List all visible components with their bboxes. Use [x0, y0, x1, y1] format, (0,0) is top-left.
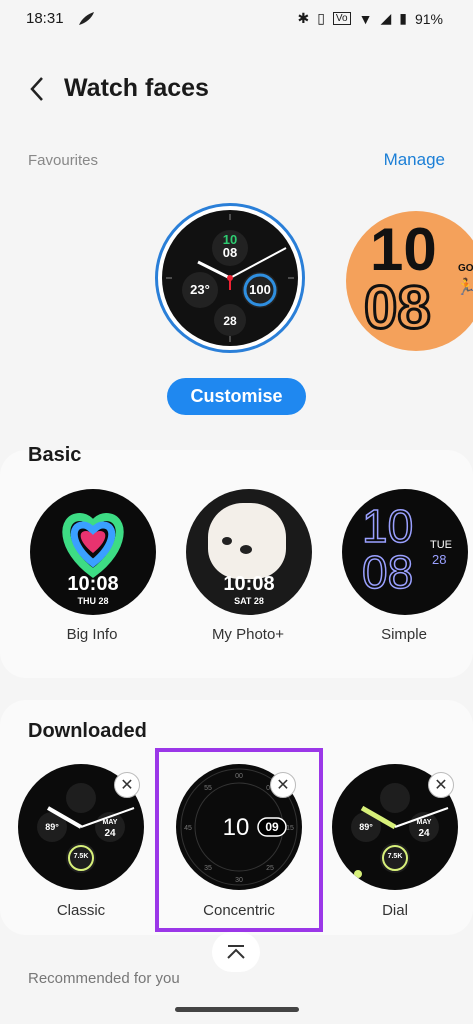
watch-face-preview: 10 08 23° 100 28	[162, 210, 298, 346]
simple-minute: 08	[361, 546, 414, 598]
fav-temp: 23°	[190, 282, 210, 297]
simple-day: TUE	[430, 539, 452, 551]
favourite-face-second[interactable]: 10 08 GO 🏃	[346, 211, 473, 351]
bluetooth-icon: ✱	[297, 10, 310, 26]
dial-label: Dial	[382, 902, 408, 919]
recommended-title: Recommended for you	[28, 970, 180, 987]
remove-classic-button[interactable]: ✕	[114, 772, 140, 798]
remove-dial-button[interactable]: ✕	[428, 772, 454, 798]
volte-icon: Vo	[332, 12, 351, 25]
page-title: Watch faces	[64, 74, 209, 102]
classic-label: Classic	[56, 902, 106, 919]
second-face-minute: 08	[363, 273, 433, 343]
dial-month: MAY	[416, 819, 432, 826]
chevron-left-icon	[30, 77, 43, 101]
vibrate-icon: ▯	[317, 10, 325, 26]
wifi-icon: ▼	[358, 10, 373, 27]
second-face-go: GO	[458, 263, 473, 274]
downloaded-title: Downloaded	[28, 720, 147, 742]
dial-date: 24	[418, 828, 430, 839]
back-button[interactable]	[22, 74, 52, 104]
status-time: 18:31	[26, 10, 64, 27]
big-info-time: 10:08	[67, 573, 119, 595]
manage-button[interactable]: Manage	[384, 150, 445, 170]
dog-photo	[208, 503, 286, 579]
fav-time: 08	[222, 245, 238, 260]
runner-icon: 🏃	[456, 279, 473, 296]
favourite-face-selected[interactable]: 10 08 23° 100 28	[155, 203, 305, 353]
watch-face-simple[interactable]: 10 08 TUE 28	[342, 489, 468, 615]
simple-date: 28	[432, 552, 447, 567]
status-icons: ✱ ▯ Vo ▼ ◢ ▮ 91%	[297, 10, 443, 27]
app-notification-icon	[76, 10, 96, 32]
customise-button[interactable]: Customise	[167, 378, 306, 415]
highlight-box	[155, 748, 323, 932]
status-bar: 18:31 ✱ ▯ Vo ▼ ◢ ▮ 91%	[0, 0, 473, 40]
chevron-up-icon	[227, 945, 245, 959]
big-info-date: THU 28	[77, 596, 109, 606]
big-info-label: Big Info	[66, 626, 118, 643]
fav-date: 28	[223, 314, 237, 328]
close-icon: ✕	[120, 777, 134, 794]
simple-label: Simple	[381, 626, 427, 643]
dog-nose	[240, 545, 252, 554]
watch-face-big-info[interactable]: 10:08 THU 28	[30, 489, 156, 615]
fav-steps: 100	[249, 282, 271, 297]
collapse-button[interactable]	[212, 932, 260, 972]
battery-percent: 91%	[414, 10, 443, 27]
my-photo-date: SAT 28	[234, 596, 264, 606]
simple-hour: 10	[361, 500, 414, 552]
classic-month: MAY	[102, 819, 118, 826]
close-icon: ✕	[434, 777, 448, 794]
my-photo-time: 10:08	[223, 573, 275, 595]
classic-date: 24	[104, 828, 116, 839]
classic-steps: 7.5K	[73, 853, 89, 860]
watch-face-my-photo[interactable]: 10:08 SAT 28	[186, 489, 312, 615]
dog-eye	[222, 537, 232, 545]
basic-title: Basic	[28, 444, 82, 466]
dial-temp: 89°	[359, 822, 373, 832]
dial-steps: 7.5K	[387, 853, 403, 860]
favourites-label: Favourites	[28, 152, 99, 169]
gesture-bar[interactable]	[175, 1007, 299, 1012]
app-bar: Watch faces	[0, 60, 473, 120]
my-photo-label: My Photo+	[211, 626, 285, 643]
classic-temp: 89°	[45, 822, 59, 832]
battery-icon: ▮	[399, 10, 407, 26]
signal-icon: ◢	[380, 10, 392, 26]
